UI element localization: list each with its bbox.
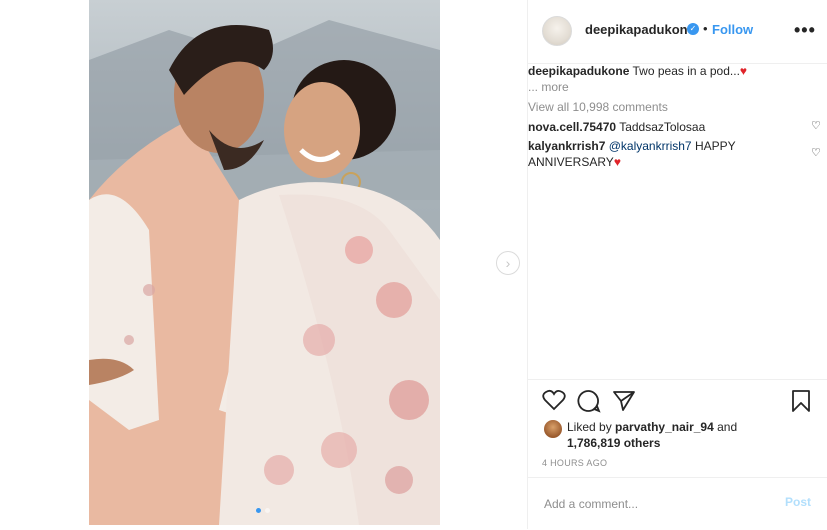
caption-text: Two peas in a pod... — [632, 64, 740, 78]
comment-like-heart-icon[interactable]: ♡ — [811, 119, 821, 132]
next-slide-button[interactable]: › — [496, 251, 520, 275]
likes-and: and — [717, 420, 738, 434]
comment-item: nova.cell.75470 TaddsazTolosaa — [528, 119, 798, 135]
separator-bullet: • — [703, 21, 708, 36]
likes-count[interactable]: 1,786,819 others — [567, 436, 660, 450]
chevron-right-icon: › — [505, 255, 511, 271]
likes-prefix: Liked by — [567, 420, 612, 434]
post-timestamp[interactable]: 4 HOURS AGO — [542, 458, 607, 468]
post-details-pane: deepikapadukone ✓ • Follow ••• deepikapa… — [528, 0, 827, 529]
follow-button[interactable]: Follow — [712, 22, 753, 37]
comment-username[interactable]: nova.cell.75470 — [528, 120, 616, 134]
comment-bubble-icon[interactable] — [577, 389, 601, 418]
verified-badge-icon: ✓ — [687, 23, 699, 35]
post-comment-button[interactable]: Post — [785, 495, 811, 509]
caption-more-link[interactable]: ... more — [528, 80, 569, 94]
liker-avatar[interactable] — [544, 420, 562, 438]
view-all-comments-link[interactable]: View all 10,998 comments — [528, 100, 668, 114]
post-header: deepikapadukone ✓ • Follow ••• — [528, 0, 827, 64]
post-caption: deepikapadukone Two peas in a pod...♥ — [528, 63, 818, 79]
carousel-dot — [265, 508, 270, 513]
more-options-icon[interactable]: ••• — [794, 20, 816, 41]
heart-emoji-icon: ♥ — [613, 155, 621, 169]
author-avatar[interactable] — [542, 16, 572, 46]
actions-divider — [528, 379, 827, 380]
comment-username[interactable]: kalyankrrish7 — [528, 139, 605, 153]
share-send-icon[interactable] — [612, 389, 636, 418]
author-username[interactable]: deepikapadukone — [585, 22, 695, 37]
caption-username[interactable]: deepikapadukone — [528, 64, 629, 78]
post-media-pane: › — [0, 0, 527, 529]
heart-emoji-icon: ♥ — [739, 64, 748, 78]
carousel-dot-active — [256, 508, 261, 513]
comment-mention[interactable]: @kalyankrrish7 — [609, 139, 692, 153]
save-bookmark-icon[interactable] — [790, 389, 812, 418]
likes-summary: Liked by parvathy_nair_94 and 1,786,819 … — [567, 419, 817, 451]
comment-text: TaddsazTolosaa — [619, 120, 706, 134]
like-heart-icon[interactable] — [542, 389, 566, 416]
add-comment-bar: Post — [528, 477, 827, 530]
comment-item: kalyankrrish7 @kalyankrrish7 HAPPY ANNIV… — [528, 138, 798, 170]
carousel-indicator — [256, 508, 270, 513]
liker-username[interactable]: parvathy_nair_94 — [615, 420, 714, 434]
add-comment-input[interactable] — [542, 494, 766, 514]
photo-illustration — [89, 20, 440, 525]
post-photo[interactable] — [89, 0, 440, 525]
comment-like-heart-icon[interactable]: ♡ — [811, 146, 821, 159]
